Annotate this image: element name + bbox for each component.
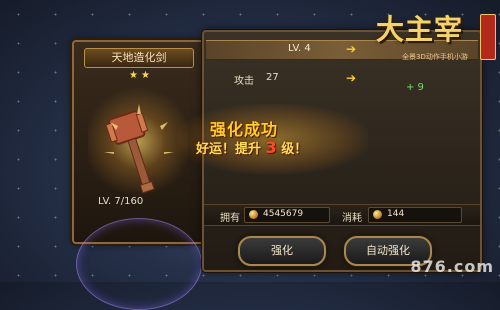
game-scene: 天地造化剑 ★★ LV. 7/160 LV. 4 ➔ 攻击 27 ➔ + 9 拥…: [0, 0, 500, 310]
weapon-stars: ★★: [129, 70, 153, 81]
coin-icon: [373, 210, 382, 219]
success-suffix: 级！: [281, 142, 308, 157]
weapon-level: LV. 7/160: [98, 196, 144, 207]
cost-box: 144: [368, 207, 462, 223]
weapon-title: 天地造化剑: [84, 48, 194, 68]
attack-row: 攻击 27 ➔ + 9: [206, 70, 478, 93]
logo-title: 大主宰: [376, 13, 464, 46]
success-level: 3: [265, 138, 277, 157]
magic-circle: [76, 218, 202, 310]
success-prefix: 好运！提升: [196, 142, 262, 157]
arrow-right-icon: ➔: [346, 71, 357, 85]
own-value: 4545679: [263, 209, 304, 219]
logo-badge: [480, 14, 496, 60]
coin-icon: [249, 210, 258, 219]
level-text: LV. 4: [288, 43, 311, 54]
cost-value: 144: [387, 209, 405, 219]
site-watermark: 876.com: [410, 257, 494, 276]
success-title: 强化成功: [210, 120, 279, 139]
own-label: 拥有: [220, 213, 240, 224]
game-logo: 大主宰 全景3D动作手机小游: [360, 2, 498, 72]
logo-tagline: 全景3D动作手机小游: [402, 53, 468, 61]
arrow-right-icon: ➔: [346, 42, 357, 56]
cost-label: 消耗: [342, 213, 362, 224]
upgrade-button[interactable]: 强化: [238, 236, 326, 266]
success-message: 好运！提升 3 级！: [196, 138, 307, 157]
attack-value: 27: [266, 72, 279, 83]
own-box: 4545679: [244, 207, 330, 223]
attack-gain: + 9: [406, 82, 424, 93]
resource-bar: 拥有 4545679 消耗 144: [204, 204, 480, 226]
attack-label: 攻击: [234, 76, 254, 87]
hammer-weapon-icon[interactable]: [102, 104, 176, 200]
upgrade-success-popup: 强化成功 好运！提升 3 级！: [178, 104, 368, 174]
